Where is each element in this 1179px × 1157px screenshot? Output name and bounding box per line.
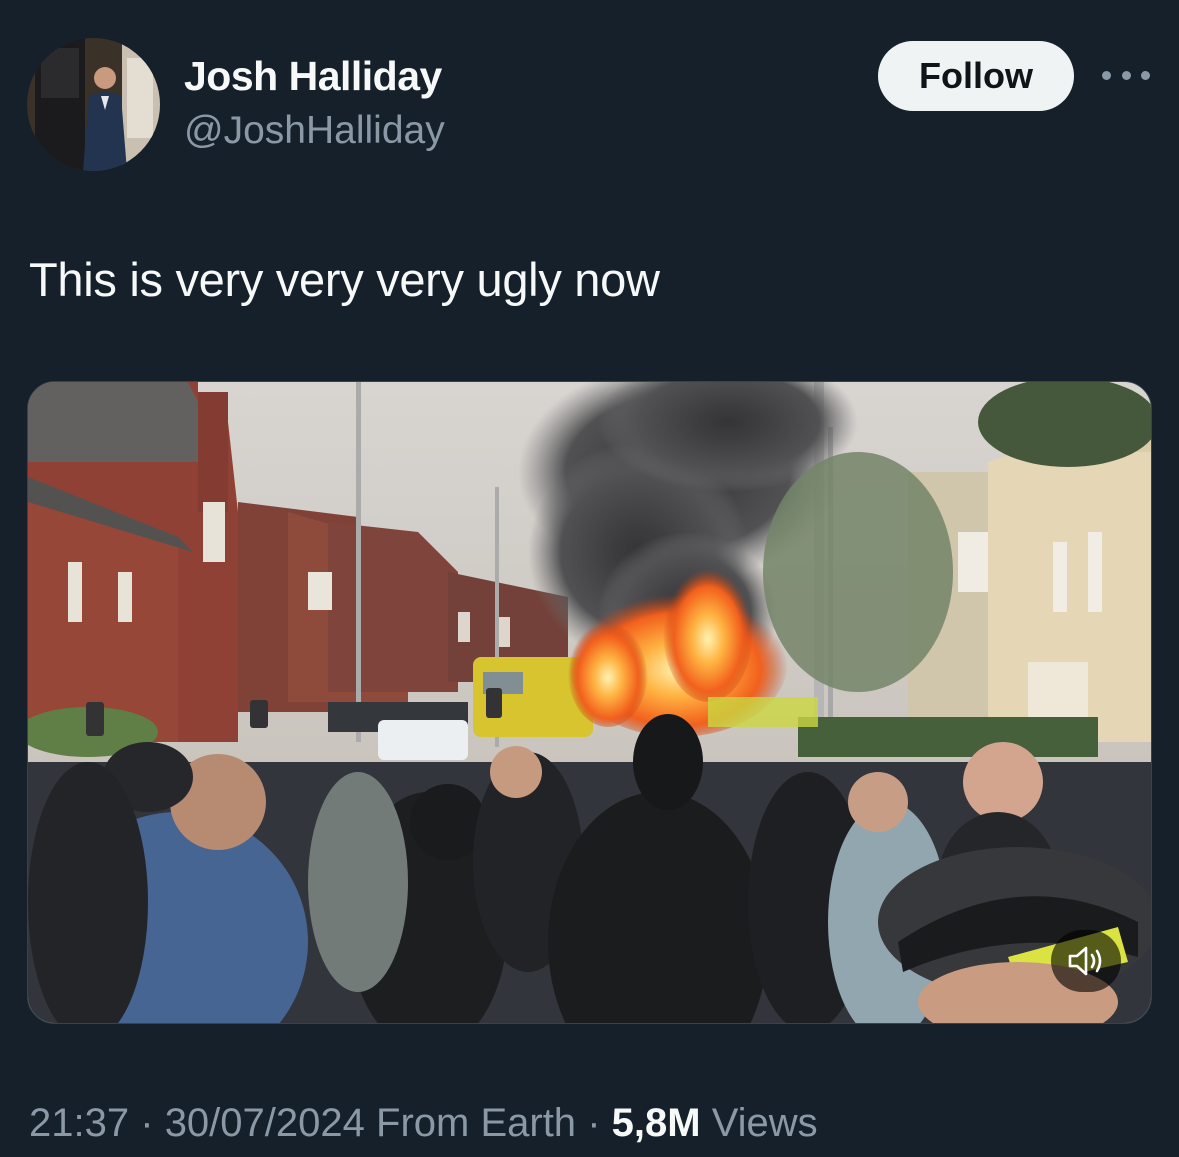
tweet-text: This is very very very ugly now [29, 253, 660, 306]
speaker-icon-glyph [1068, 946, 1102, 976]
views-label: Views [711, 1101, 818, 1145]
views-count: 5,8M [611, 1101, 701, 1145]
separator-dot: · [140, 1101, 154, 1145]
tweet-time[interactable]: 21:37 [29, 1101, 129, 1145]
more-dot [1141, 70, 1150, 80]
more-horizontal-icon[interactable] [1102, 60, 1150, 90]
user-handle[interactable]: @JoshHalliday [184, 108, 445, 154]
separator-dot: · [587, 1101, 601, 1145]
tweet-metadata: 21:37 · 30/07/2024 From Earth · 5,8M Vie… [29, 1099, 818, 1147]
speaker-muted-icon[interactable] [1051, 930, 1121, 992]
tweet-page: Josh Halliday @JoshHalliday Follow This … [0, 0, 1179, 1157]
tweet-video[interactable] [27, 381, 1152, 1024]
avatar-photo [27, 38, 160, 171]
video-frame [28, 382, 1151, 1023]
more-dot [1121, 70, 1131, 80]
tweet-source: From Earth [376, 1101, 577, 1145]
display-name[interactable]: Josh Halliday [184, 52, 442, 100]
follow-button[interactable]: Follow [878, 41, 1074, 111]
more-dot [1102, 70, 1111, 80]
tweet-date[interactable]: 30/07/2024 [165, 1101, 365, 1145]
avatar[interactable] [27, 38, 160, 171]
